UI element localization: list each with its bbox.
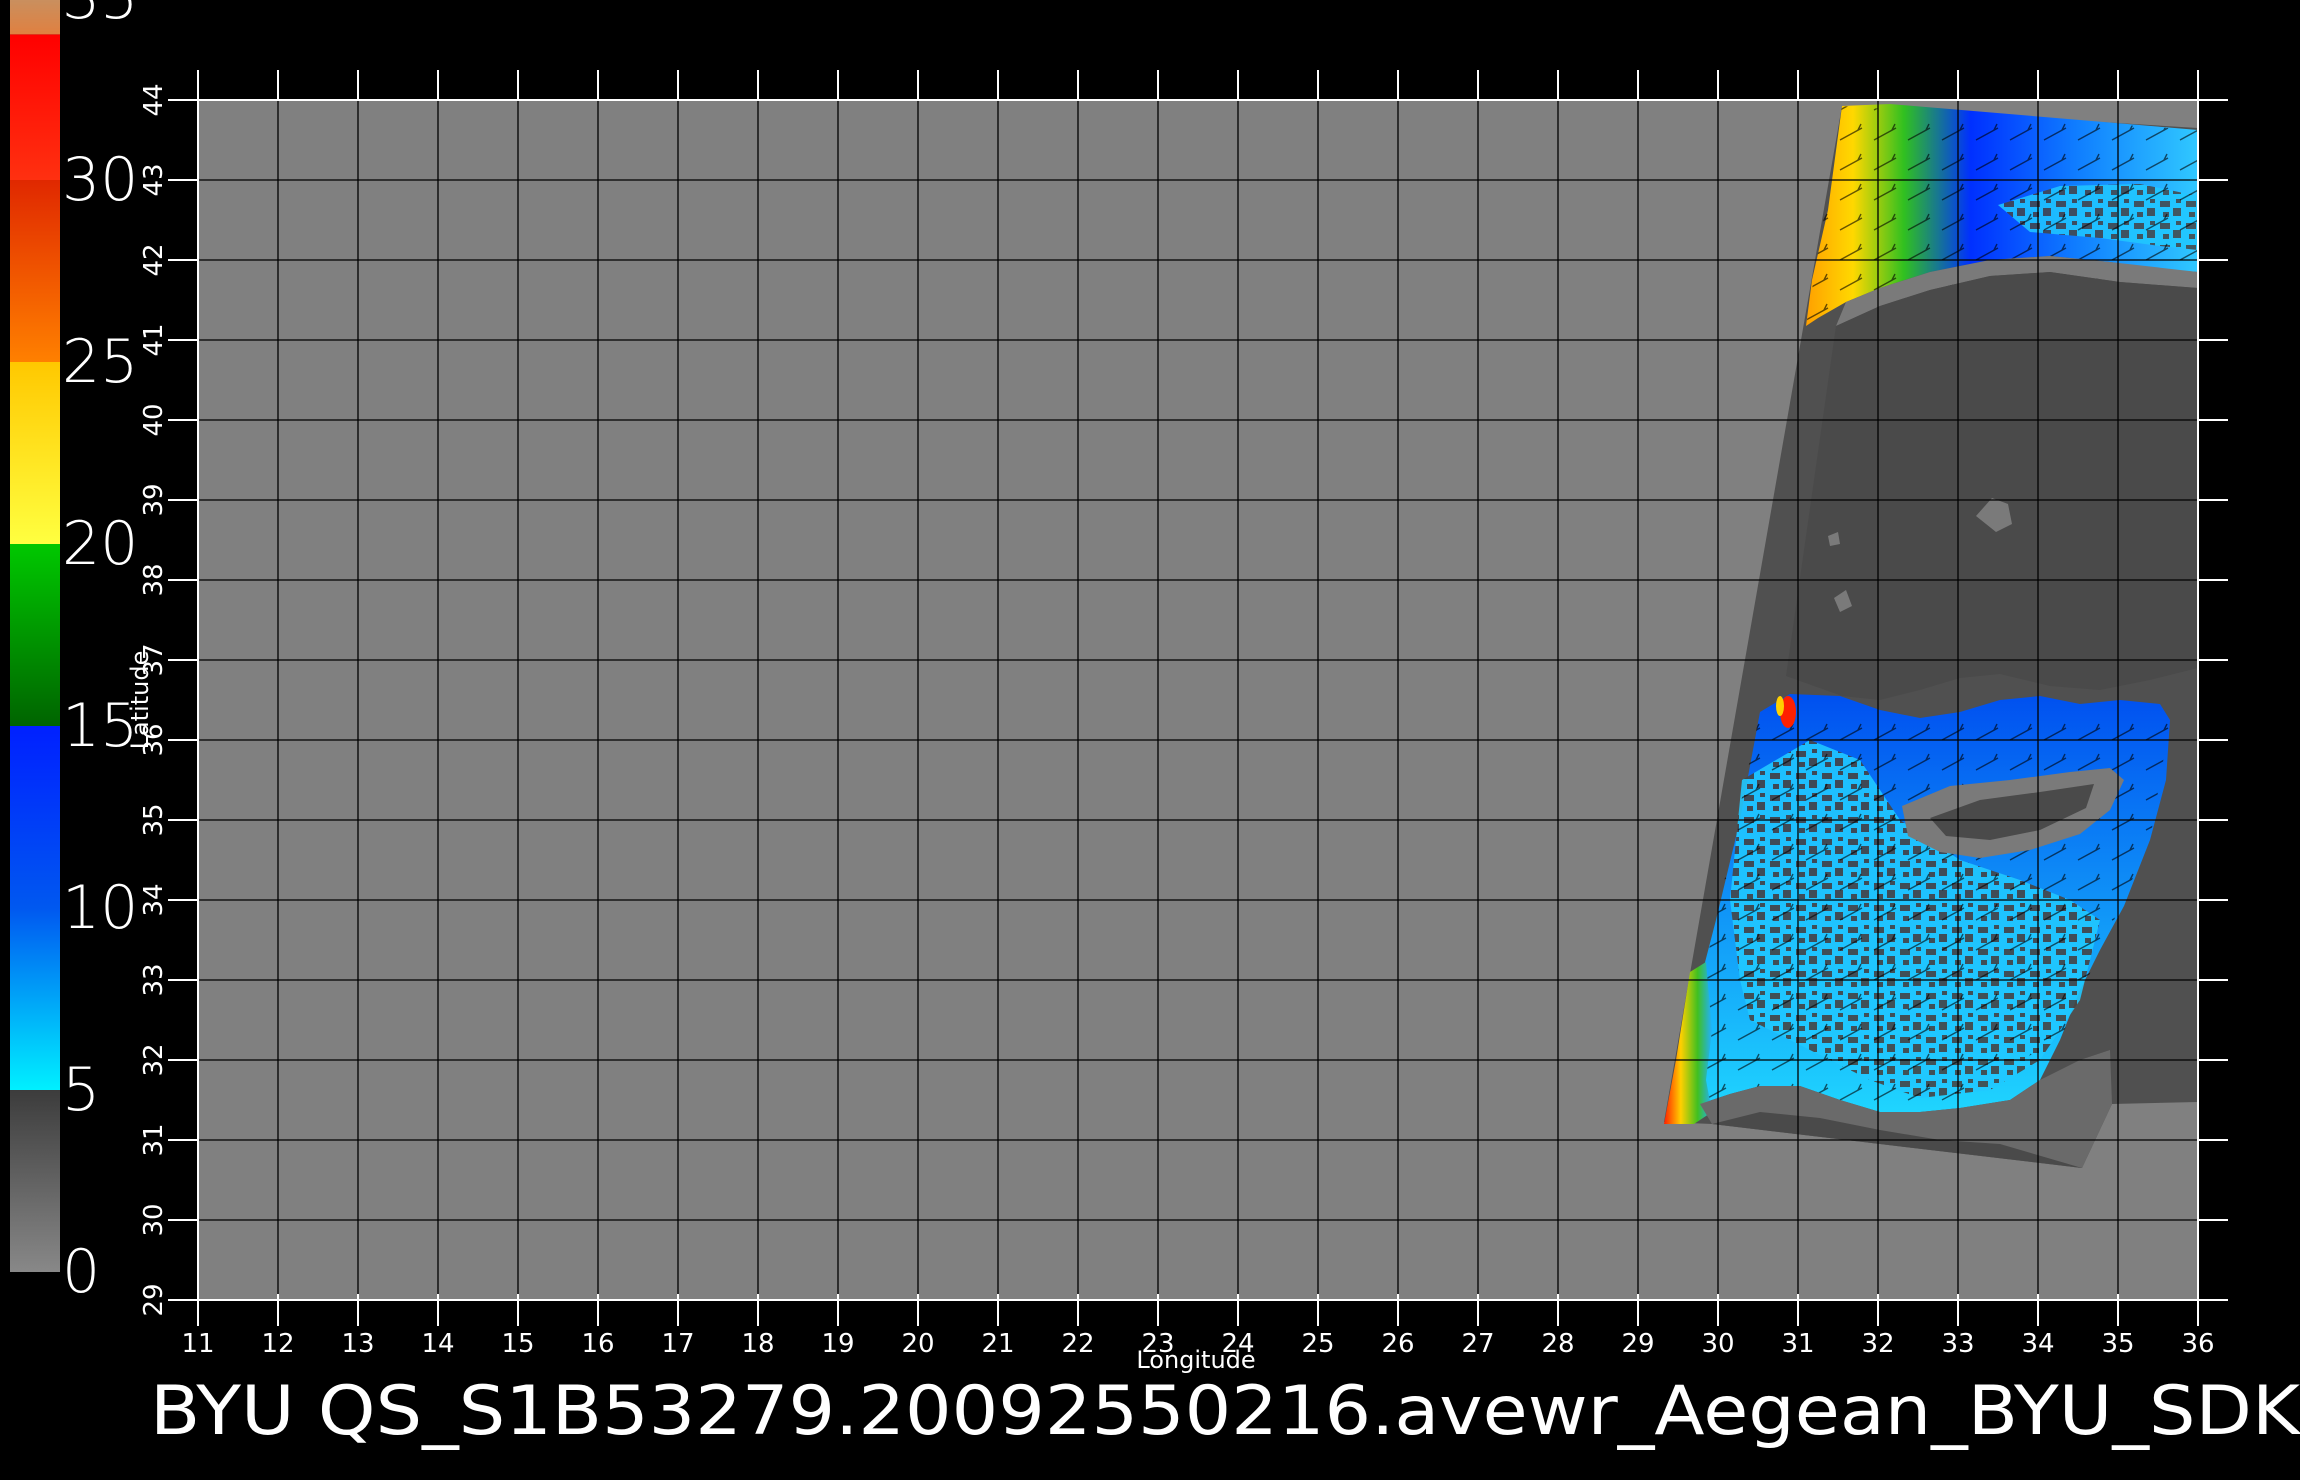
colorbar-segment-30-34 [10,34,60,181]
lat-tick-label: 30 [139,1203,169,1236]
lon-tick-label: 17 [661,1329,694,1359]
lon-tick-label: 30 [1701,1329,1734,1359]
lon-tick-label: 20 [901,1329,934,1359]
colorbar-label: 20 [62,509,138,579]
lat-tick-label: 33 [139,963,169,996]
colorbar-segment-25-30 [10,180,60,362]
lon-tick-label: 25 [1301,1329,1334,1359]
lat-tick-label: 31 [139,1123,169,1156]
lat-tick-label: 39 [139,483,169,516]
colorbar-segment-5-10 [10,908,60,1090]
lon-tick-label: 33 [1941,1329,1974,1359]
lon-tick-label: 29 [1621,1329,1654,1359]
lon-tick-label: 15 [501,1329,534,1359]
y-axis-label: Latitude [126,651,154,750]
lat-tick-label: 40 [139,403,169,436]
lon-tick-label: 34 [2021,1329,2054,1359]
colorbar-label: 25 [62,327,138,397]
lat-tick-label: 44 [139,83,169,116]
lon-tick-label: 32 [1861,1329,1894,1359]
lon-tick-label: 16 [581,1329,614,1359]
lon-tick-label: 26 [1381,1329,1414,1359]
lon-tick-label: 31 [1781,1329,1814,1359]
colorbar-label: 30 [62,145,138,215]
lon-tick-label: 19 [821,1329,854,1359]
colorbar-segment-10-15 [10,726,60,908]
lon-tick-label: 28 [1541,1329,1574,1359]
lon-tick-label: 12 [261,1329,294,1359]
lon-tick-label: 11 [181,1329,214,1359]
colorbar-label: 10 [62,873,138,943]
colorbar-segment-34-35 [10,0,60,35]
wind-map-figure: 05101520253035 11121 [10,0,2300,1451]
figure-title: BYU QS_S1B53279.20092550216.avewr_Aegean… [150,1372,2300,1451]
colorbar-label: 0 [62,1237,100,1307]
colorbar-label: 35 [62,0,138,33]
colorbar-segment-0-5 [10,1090,60,1272]
lon-tick-label: 14 [421,1329,454,1359]
lat-tick-label: 38 [139,563,169,596]
colorbar-label: 5 [62,1055,100,1125]
lat-tick-label: 34 [139,883,169,916]
lon-tick-label: 13 [341,1329,374,1359]
lat-tick-label: 32 [139,1043,169,1076]
lat-tick-label: 35 [139,803,169,836]
interior-land [1786,272,2198,700]
lon-tick-label: 27 [1461,1329,1494,1359]
lon-tick-label: 36 [2181,1329,2214,1359]
lon-tick-label: 18 [741,1329,774,1359]
lat-tick-label: 43 [139,163,169,196]
lat-tick-label: 29 [139,1283,169,1316]
high-wind-spot-core [1776,696,1784,716]
lon-tick-label: 22 [1061,1329,1094,1359]
colorbar-segment-15-20 [10,544,60,726]
lat-tick-label: 41 [139,323,169,356]
lat-tick-label: 42 [139,243,169,276]
lon-tick-label: 21 [981,1329,1014,1359]
lon-tick-label: 35 [2101,1329,2134,1359]
x-axis-label: Longitude [1136,1346,1255,1374]
colorbar-segment-20-25 [10,362,60,544]
colorbar [10,0,60,1272]
